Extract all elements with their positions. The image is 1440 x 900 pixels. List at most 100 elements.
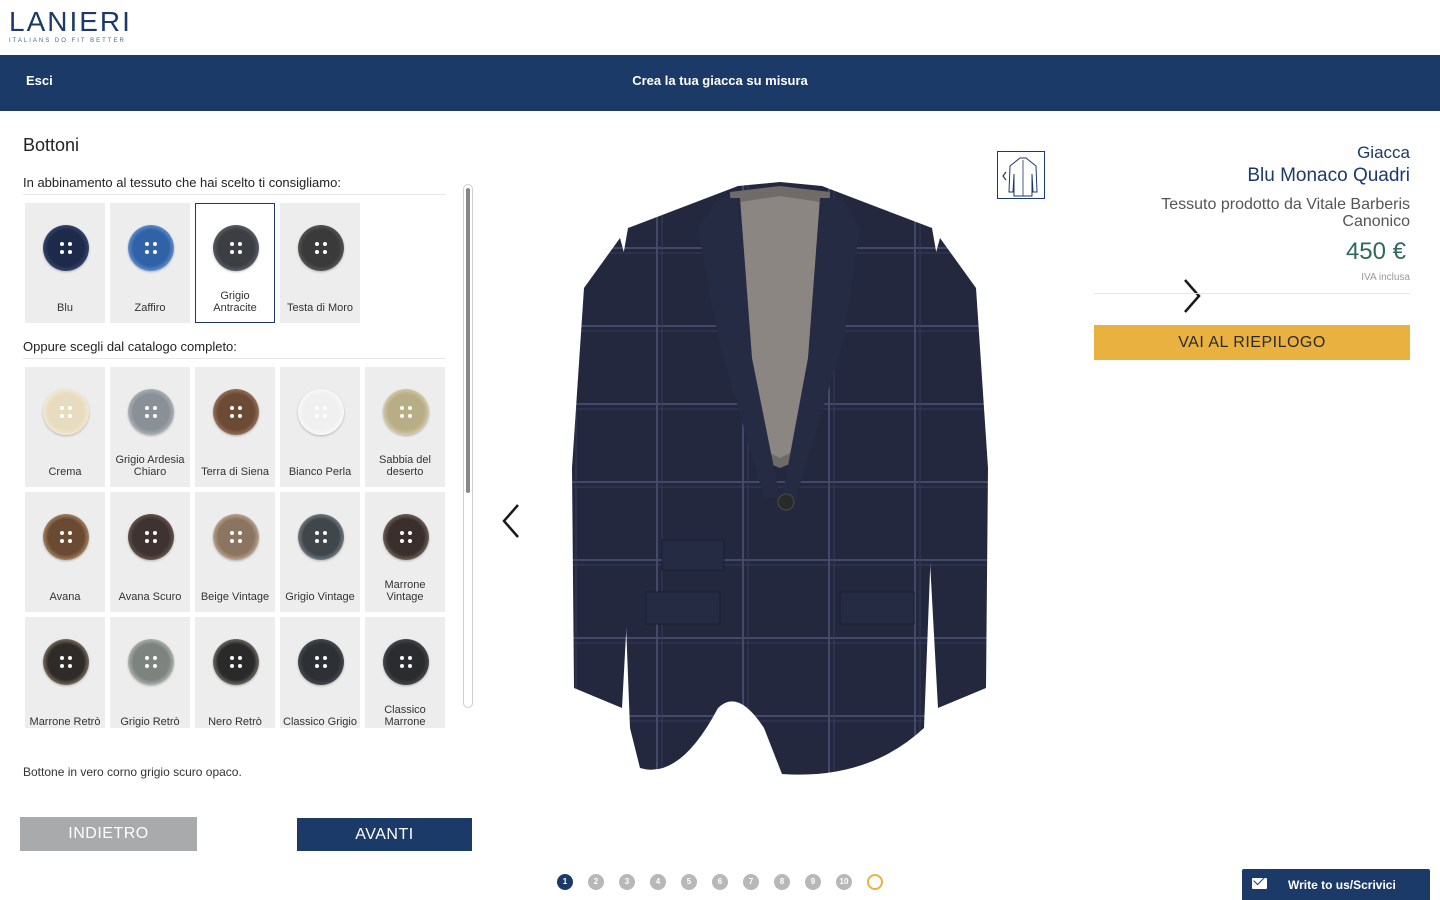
top-bar: Esci Crea la tua giacca su misura xyxy=(0,55,1440,111)
button-swatch-label: Avana Scuro xyxy=(118,591,182,603)
button-swatch-label: Grigio Antracite xyxy=(213,290,257,314)
product-type: Giacca xyxy=(1357,143,1410,162)
recommended-label: In abbinamento al tessuto che hai scelto… xyxy=(23,175,446,195)
next-button[interactable]: AVANTI xyxy=(297,818,472,851)
recommended-buttons-grid: Blu Zaffiro Grigio Antracite Testa di Moro xyxy=(25,203,450,323)
fabric-info: Tessuto prodotto da Vitale Barberis Cano… xyxy=(1161,196,1410,230)
product-name: Blu Monaco Quadri xyxy=(1247,165,1410,186)
button-swatch[interactable]: Classico Marrone xyxy=(365,617,445,728)
button-image xyxy=(213,514,259,560)
button-swatch[interactable]: Marrone Vintage xyxy=(365,492,445,612)
button-image xyxy=(213,225,259,271)
button-swatch[interactable]: Marrone Retrò xyxy=(25,617,105,728)
button-image xyxy=(128,389,174,435)
button-swatch-label: Grigio Retrò xyxy=(120,716,180,728)
button-swatch[interactable]: Bianco Perla xyxy=(280,367,360,487)
button-swatch-label: Testa di Moro xyxy=(286,302,354,314)
button-image xyxy=(298,639,344,685)
step-dot[interactable]: 7 xyxy=(743,874,759,890)
step-dot[interactable]: 1 xyxy=(557,874,573,890)
button-image xyxy=(43,514,89,560)
button-swatch-label: Terra di Siena xyxy=(201,466,269,478)
button-swatch-label: Avana xyxy=(49,591,81,603)
step-dot[interactable]: 2 xyxy=(588,874,604,890)
button-swatch[interactable]: Grigio Ardesia Chiaro xyxy=(110,367,190,487)
jacket-back-view-icon xyxy=(1002,157,1038,197)
button-image xyxy=(298,514,344,560)
product-summary: Giacca Blu Monaco Quadri Tessuto prodott… xyxy=(1094,138,1410,360)
catalog-label: Oppure scegli dal catalogo completo: xyxy=(23,339,446,359)
button-swatch[interactable]: Grigio Vintage xyxy=(280,492,360,612)
brand-tagline: ITALIANS DO FIT BETTER xyxy=(9,38,126,44)
button-swatch-label: Marrone Vintage xyxy=(384,579,426,603)
button-swatch[interactable]: Terra di Siena xyxy=(195,367,275,487)
step-dot[interactable]: 9 xyxy=(805,874,821,890)
button-swatch-label: Sabbia del deserto xyxy=(379,454,431,478)
button-swatch[interactable]: Grigio Retrò xyxy=(110,617,190,728)
view-toggle-button[interactable] xyxy=(997,151,1045,199)
step-dot[interactable]: 10 xyxy=(836,874,852,890)
button-swatch-label: Classico Grigio xyxy=(283,716,357,728)
button-swatch[interactable]: Nero Retrò xyxy=(195,617,275,728)
button-image xyxy=(128,639,174,685)
summary-button[interactable]: VAI AL RIEPILOGO xyxy=(1094,325,1410,360)
step-dot[interactable] xyxy=(867,874,883,890)
button-image xyxy=(213,389,259,435)
button-image xyxy=(298,389,344,435)
button-swatch[interactable]: Classico Grigio xyxy=(280,617,360,728)
button-swatch[interactable]: Avana Scuro xyxy=(110,492,190,612)
button-swatch-label: Nero Retrò xyxy=(208,716,262,728)
brand-name: LANIERI xyxy=(9,6,132,37)
button-swatch-label: Blu xyxy=(57,302,73,314)
button-image xyxy=(383,514,429,560)
page-title: Crea la tua giacca su misura xyxy=(632,73,808,88)
button-swatch[interactable]: Blu xyxy=(25,203,105,323)
step-pagination: 1 2 3 4 5 6 7 8 9 10 xyxy=(557,874,883,890)
catalog-scrollbar[interactable] xyxy=(463,184,473,708)
button-swatch[interactable]: Testa di Moro xyxy=(280,203,360,323)
vat-note: IVA inclusa xyxy=(1094,272,1410,294)
chat-button[interactable]: Write to us/Scrivici xyxy=(1242,869,1430,900)
envelope-icon xyxy=(1252,878,1267,889)
button-swatch-label: Zaffiro xyxy=(134,302,166,314)
back-button[interactable]: INDIETRO xyxy=(20,817,197,851)
chevron-left-icon[interactable] xyxy=(496,501,526,541)
button-image xyxy=(128,225,174,271)
button-swatch[interactable]: Sabbia del deserto xyxy=(365,367,445,487)
button-swatch-label: Crema xyxy=(48,466,82,478)
jacket-preview xyxy=(494,138,1201,838)
button-swatch-label: Beige Vintage xyxy=(200,591,270,603)
section-title: Bottoni xyxy=(23,135,80,155)
button-swatch[interactable]: Crema xyxy=(25,367,105,487)
button-image xyxy=(43,639,89,685)
button-image xyxy=(43,225,89,271)
button-swatch-label: Marrone Retrò xyxy=(29,716,101,728)
catalog-buttons-grid: Crema Grigio Ardesia Chiaro Terra di Siena… xyxy=(25,367,450,728)
button-image xyxy=(298,225,344,271)
brand-logo[interactable]: LANIERI ITALIANS DO FIT BETTER xyxy=(9,6,149,45)
button-swatch[interactable]: Grigio Antracite xyxy=(195,203,275,323)
button-swatch-label: Grigio Ardesia Chiaro xyxy=(115,454,185,478)
step-dot[interactable]: 4 xyxy=(650,874,666,890)
product-price: 450 € xyxy=(1345,238,1406,265)
buttons-panel: Bottoni In abbinamento al tessuto che ha… xyxy=(0,111,480,900)
button-image xyxy=(43,389,89,435)
scrollbar-thumb[interactable] xyxy=(466,188,470,493)
step-dot[interactable]: 6 xyxy=(712,874,728,890)
step-dot[interactable]: 5 xyxy=(681,874,697,890)
button-image xyxy=(383,639,429,685)
step-dot[interactable]: 3 xyxy=(619,874,635,890)
button-description: Bottone in vero corno grigio scuro opaco… xyxy=(23,765,242,779)
catalog-scroll-area[interactable]: Crema Grigio Ardesia Chiaro Terra di Siena… xyxy=(25,367,450,728)
button-swatch-label: Bianco Perla xyxy=(288,466,352,478)
button-image xyxy=(213,639,259,685)
button-swatch[interactable]: Beige Vintage xyxy=(195,492,275,612)
button-swatch-label: Grigio Vintage xyxy=(285,591,355,603)
step-dot[interactable]: 8 xyxy=(774,874,790,890)
button-swatch[interactable]: Avana xyxy=(25,492,105,612)
jacket-image xyxy=(572,182,988,775)
button-image xyxy=(383,389,429,435)
button-swatch-label: Classico Marrone xyxy=(384,704,426,728)
button-swatch[interactable]: Zaffiro xyxy=(110,203,190,323)
button-image xyxy=(128,514,174,560)
